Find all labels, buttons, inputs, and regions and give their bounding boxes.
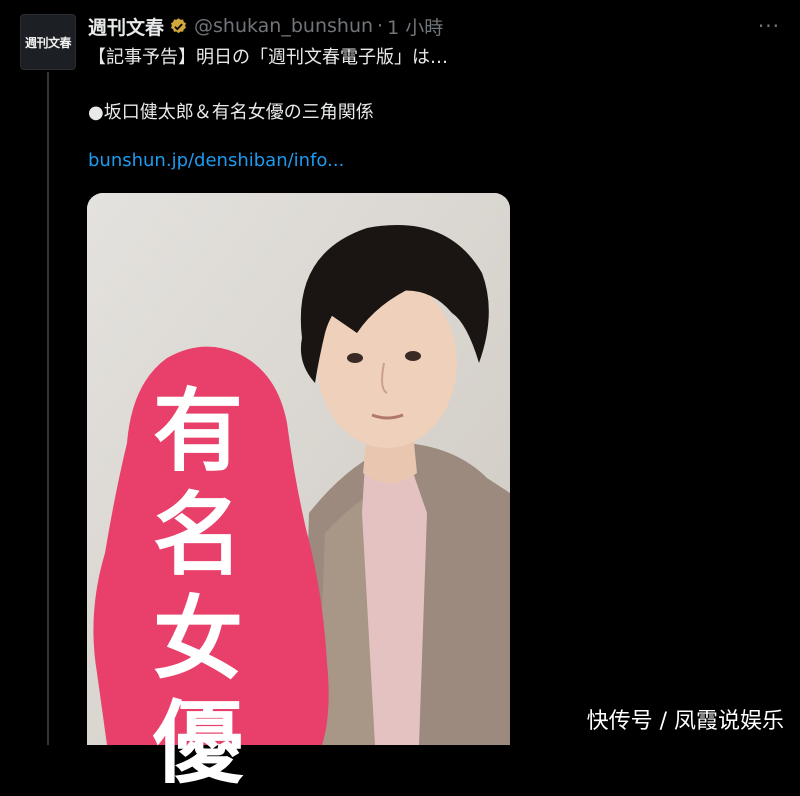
separator-dot: · xyxy=(377,15,384,37)
verified-badge-icon xyxy=(170,17,187,33)
tweet-link[interactable]: bunshun.jp/denshiban/info... xyxy=(88,150,344,171)
overlay-char: 女 xyxy=(153,587,243,692)
avatar-text: 週刊文春 xyxy=(24,35,72,50)
tweet-text-line1: 【記事予告】明日の「週刊文春電子版」は… xyxy=(88,47,448,68)
handle[interactable]: @shukan_bunshun xyxy=(194,15,373,37)
watermark: 快传号 / 凤霞说娱乐 xyxy=(586,709,784,734)
overlay-char: 名 xyxy=(153,483,243,588)
avatar[interactable]: 週刊文春 xyxy=(20,14,76,70)
tweet-header: 週刊文春 @shukan_bunshun · 1 小時 xyxy=(88,12,780,40)
display-name[interactable]: 週刊文春 xyxy=(88,13,164,40)
overlay-char: 優 xyxy=(153,691,243,796)
timestamp[interactable]: 1 小時 xyxy=(387,13,443,40)
thread-line xyxy=(47,72,49,745)
tweet-text-line2: ●坂口健太郎＆有名女優の三角関係 xyxy=(88,102,374,123)
overlay-caption: 有 名 女 優 xyxy=(143,380,253,796)
more-options-icon[interactable]: ··· xyxy=(758,12,780,40)
overlay-char: 有 xyxy=(153,379,243,484)
tweet-text: 【記事予告】明日の「週刊文春電子版」は… ●坂口健太郎＆有名女優の三角関係 xyxy=(88,44,778,123)
